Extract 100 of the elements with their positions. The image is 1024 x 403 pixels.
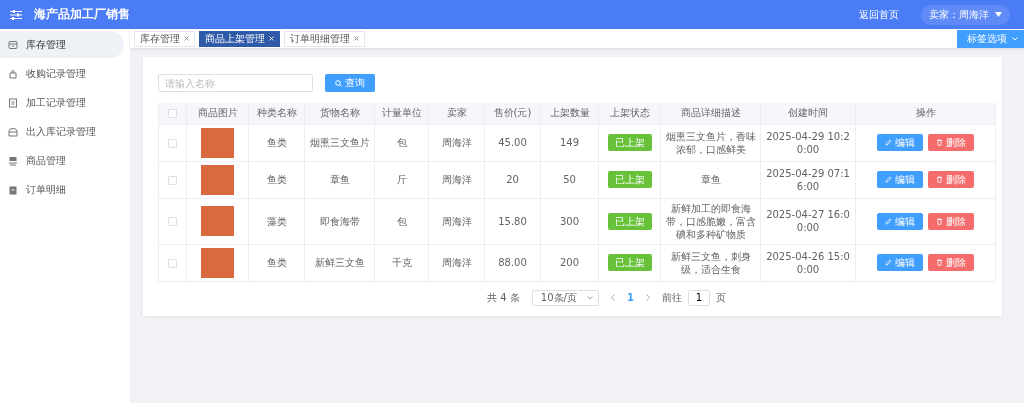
edit-button[interactable]: 编辑 xyxy=(877,212,923,230)
table-cell-text: 2025-04-29 07:16:00 xyxy=(765,166,851,193)
table-cell: 烟熏三文鱼片，香味浓郁，口感鲜美 xyxy=(664,129,757,156)
table-cell: 章鱼 xyxy=(700,173,721,186)
table-cell: 300 xyxy=(559,215,580,227)
delete-button[interactable]: 删除 xyxy=(928,212,974,230)
table-cell: 88.00 xyxy=(498,257,527,268)
page-suffix: 页 xyxy=(715,290,726,305)
photo-placeholder xyxy=(201,164,234,195)
search-button[interactable]: 查询 xyxy=(325,74,375,92)
column-header: 种类名称 xyxy=(256,107,297,119)
pencil-icon xyxy=(885,139,892,146)
column-header: 创建时间 xyxy=(788,107,828,119)
document-icon xyxy=(8,97,18,108)
column-header: 计量单位 xyxy=(381,107,422,119)
tab-options-button[interactable]: 标签选项 xyxy=(957,29,1024,48)
table-cell: 周海洋 xyxy=(441,257,472,268)
column-header: 商品详细描述 xyxy=(680,107,741,119)
table-cell: 烟熏三文鱼片 xyxy=(309,137,370,148)
status-badge: 已上架 xyxy=(607,212,652,230)
sidebar-item[interactable]: 商品管理 xyxy=(0,147,124,174)
trash-icon xyxy=(936,217,943,225)
stack-icon xyxy=(8,155,18,166)
table-cell: 新鲜加工的即食海带，口感脆嫩，富含碘和多种矿物质 xyxy=(664,201,757,241)
close-icon xyxy=(184,36,189,41)
table-cell: 149 xyxy=(559,137,580,148)
checkbox[interactable] xyxy=(168,217,177,226)
sidebar-item[interactable]: 出入库记录管理 xyxy=(0,118,124,145)
user-menu[interactable]: 卖家：周海洋 xyxy=(921,4,1010,25)
checkbox[interactable] xyxy=(168,258,177,268)
sidebar-item[interactable]: 收购记录管理 xyxy=(0,60,124,87)
total-count: 共 4 条 xyxy=(487,290,520,305)
delete-button[interactable]: 删除 xyxy=(928,134,974,151)
table-cell-text: 2025-04-26 15:00:00 xyxy=(765,249,851,276)
delete-button[interactable]: 删除 xyxy=(928,254,974,271)
column-header: 操作 xyxy=(915,107,936,119)
table-cell: 50 xyxy=(563,174,576,185)
table-cell: 千克 xyxy=(391,257,412,268)
caret-icon xyxy=(995,12,1002,17)
box-icon xyxy=(8,39,18,50)
table-cell: 即食海带 xyxy=(319,215,360,227)
pencil-icon xyxy=(885,176,892,183)
table-cell: 鱼类 xyxy=(266,174,287,185)
table-cell: 鱼类 xyxy=(266,257,287,268)
table-cell-text: 2025-04-27 16:00:00 xyxy=(765,208,851,234)
status-badge: 已上架 xyxy=(607,134,652,151)
table-cell: 200 xyxy=(559,257,580,268)
trash-icon xyxy=(936,259,943,266)
photo-placeholder xyxy=(201,206,234,236)
table-cell-text: 2025-04-29 10:20:00 xyxy=(765,129,851,156)
archive-icon xyxy=(8,126,18,137)
menu-icon xyxy=(10,9,22,20)
table-cell: 45.00 xyxy=(498,137,527,148)
delete-button[interactable]: 删除 xyxy=(928,171,974,188)
app-title: 海产品加工厂销售 xyxy=(34,6,130,23)
table-cell: 周海洋 xyxy=(441,174,472,185)
search-field[interactable]: 请输入名称 xyxy=(158,74,313,92)
sidebar-item[interactable]: 订单明细 xyxy=(0,176,124,203)
table-cell: 包 xyxy=(396,137,407,148)
table-cell: 新鲜三文鱼 xyxy=(314,257,365,268)
tab[interactable]: 商品上架管理 xyxy=(199,30,280,47)
photo-placeholder xyxy=(201,127,234,158)
table-cell: 藻类 xyxy=(266,215,287,227)
chevron-right-icon[interactable] xyxy=(645,294,650,301)
checkbox[interactable] xyxy=(168,138,177,148)
column-header: 上架状态 xyxy=(609,107,650,119)
goto-label: 前往 xyxy=(661,290,682,305)
edit-button[interactable]: 编辑 xyxy=(877,134,923,151)
close-icon xyxy=(269,36,274,41)
checkbox[interactable] xyxy=(168,109,177,119)
chevron-down-icon xyxy=(1012,36,1018,41)
home-link[interactable]: 返回首页 xyxy=(859,7,899,22)
page-input[interactable]: 1 xyxy=(687,289,710,306)
column-header: 商品图片 xyxy=(197,107,238,119)
page-number[interactable]: 1 xyxy=(626,292,634,303)
tab[interactable]: 库存管理 xyxy=(134,30,195,47)
bag-icon xyxy=(8,68,18,79)
page-size-select[interactable]: 10条/页 xyxy=(531,289,599,306)
sidebar-item[interactable]: 加工记录管理 xyxy=(0,89,124,116)
tab[interactable]: 订单明细管理 xyxy=(284,30,365,47)
close-icon xyxy=(354,36,359,41)
column-header: 上架数量 xyxy=(549,107,590,119)
edit-button[interactable]: 编辑 xyxy=(877,254,923,271)
table-cell: 鱼类 xyxy=(266,137,287,148)
chevron-left-icon[interactable] xyxy=(610,294,615,301)
trash-icon xyxy=(936,139,943,146)
pencil-icon xyxy=(885,217,892,225)
checkbox[interactable] xyxy=(168,175,177,185)
column-header: 售价(元) xyxy=(493,107,532,119)
table-cell: 20 xyxy=(506,174,519,185)
table-cell: 章鱼 xyxy=(329,174,350,185)
sidebar-item[interactable]: 库存管理 xyxy=(0,31,124,58)
status-badge: 已上架 xyxy=(607,254,652,271)
table-cell: 斤 xyxy=(396,174,407,185)
edit-button[interactable]: 编辑 xyxy=(877,171,923,188)
pencil-icon xyxy=(885,259,892,266)
clipboard-icon xyxy=(8,184,18,195)
table-cell: 包 xyxy=(396,215,407,227)
column-header: 卖家 xyxy=(446,107,467,119)
table-cell: 周海洋 xyxy=(441,137,472,148)
